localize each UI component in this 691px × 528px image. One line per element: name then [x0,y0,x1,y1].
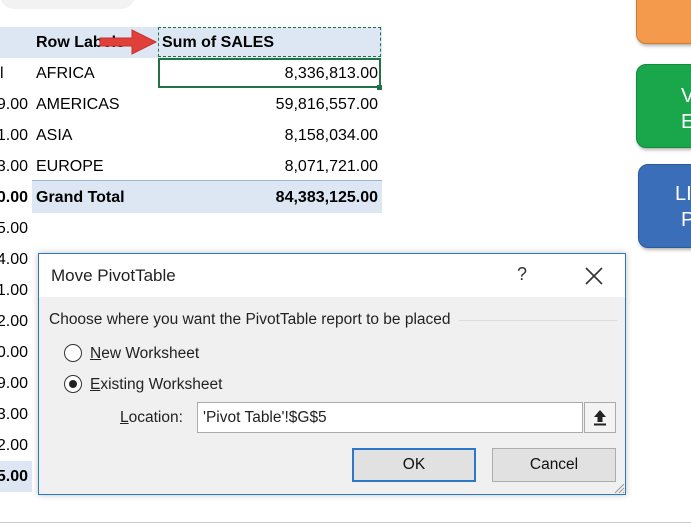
ok-button[interactable]: OK [352,448,476,482]
left-column-cell[interactable]: 3.00 [0,405,28,425]
left-column-cell[interactable]: 2.00 [0,436,28,456]
existing-worksheet-label[interactable]: Existing Worksheet [90,376,222,394]
green-macro-button[interactable]: V E [636,64,691,148]
left-column-cell[interactable]: 9.00 [0,95,28,115]
left-column-cell[interactable]: 1.00 [0,281,28,301]
move-pivottable-dialog: Move PivotTable ? Choose where you want … [38,253,626,495]
left-column-cell[interactable]: 2.00 [0,312,28,332]
close-icon[interactable] [579,263,609,289]
left-column-cell[interactable]: 9.00 [0,374,28,394]
orange-macro-button[interactable] [636,0,691,44]
resize-grip-icon[interactable] [613,482,625,494]
left-column-cell[interactable]: 5.00 [0,219,28,239]
collapse-dialog-button[interactable] [584,402,616,433]
grand-total-value[interactable]: 84,383,125.00 [160,188,378,208]
cancel-button[interactable]: Cancel [492,448,616,482]
pivot-row-label[interactable]: AFRICA [36,64,95,84]
pivot-row-value[interactable]: 59,816,557.00 [160,95,378,115]
blue-button-line1: LIS [675,183,691,205]
left-column-cell[interactable]: 1.00 [0,126,28,146]
green-button-line1: V [681,85,691,107]
pivot-row-label[interactable]: EUROPE [36,157,104,177]
existing-worksheet-radio[interactable] [64,375,82,393]
new-worksheet-label[interactable]: New Worksheet [90,345,199,363]
left-column-cell[interactable]: 4.00 [0,250,28,270]
red-arrow-icon [99,29,158,55]
new-worksheet-radio[interactable] [64,344,82,362]
fill-handle[interactable] [377,85,382,90]
dialog-titlebar[interactable]: Move PivotTable ? [39,254,625,297]
blue-macro-button[interactable]: LIS P [638,164,691,248]
location-label: Location: [120,409,183,426]
left-column-cell[interactable]: l [0,64,4,84]
help-button[interactable]: ? [517,264,527,285]
dialog-title: Move PivotTable [51,266,176,285]
grand-total-label[interactable]: Grand Total [36,188,125,208]
location-input[interactable] [197,402,583,433]
pivot-row-label[interactable]: AMERICAS [36,95,120,115]
pivot-row-value[interactable]: 8,071,721.00 [160,157,378,177]
placement-prompt: Choose where you want the PivotTable rep… [49,311,451,328]
copy-marquee [158,27,381,57]
green-button-line2: E [681,111,691,133]
sheet-bottom-border [0,522,691,523]
top-shape [0,0,135,9]
radio-selected-dot [69,380,77,388]
active-cell-border [158,58,381,88]
pivot-row-label[interactable]: ASIA [36,126,72,146]
left-column-cell[interactable]: 0.00 [0,343,28,363]
pivot-row-value[interactable]: 8,158,034.00 [160,126,378,146]
left-column-cell[interactable]: 0.00 [0,188,28,208]
group-divider [459,320,617,321]
blue-button-line2: P [681,209,691,231]
left-column-cell[interactable]: 3.00 [0,157,28,177]
left-column-cell[interactable]: 5.00 [0,467,28,487]
upload-arrow-icon [594,410,606,426]
